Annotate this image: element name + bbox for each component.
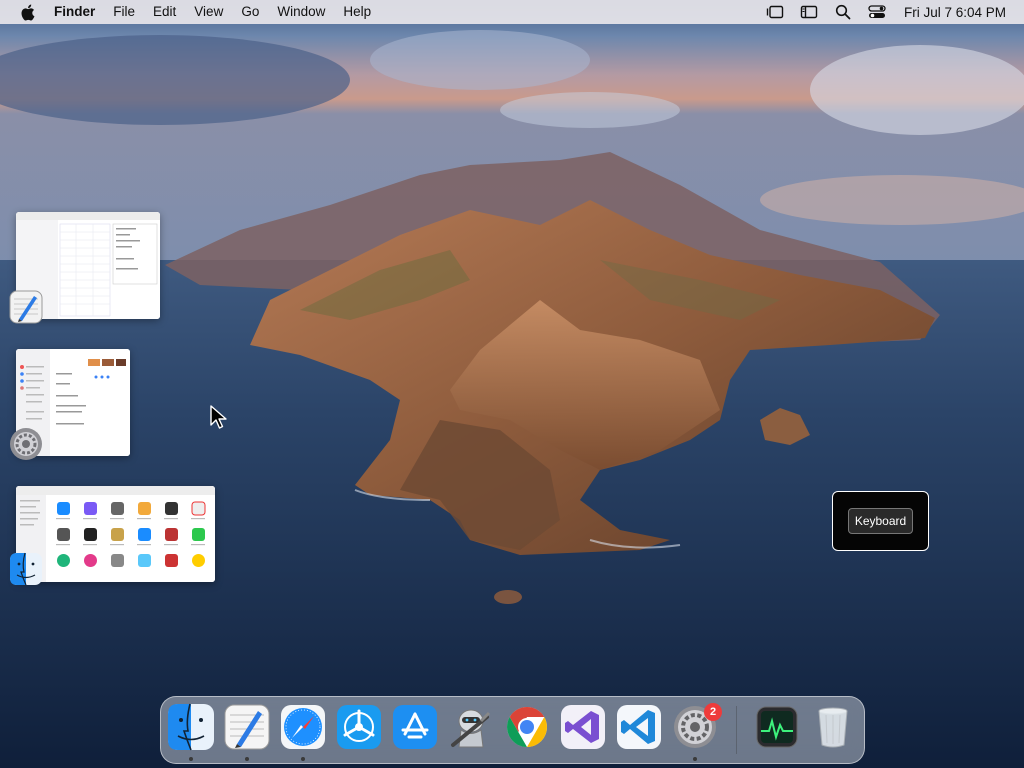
automator-icon <box>451 709 491 748</box>
control-center-icon[interactable] <box>867 4 887 20</box>
visual-studio-icon <box>561 705 605 749</box>
safari-icon <box>281 705 325 749</box>
dock-separator <box>736 706 737 754</box>
dock-activity-monitor[interactable] <box>753 703 801 751</box>
dock-safari[interactable] <box>279 703 327 751</box>
mouse-cursor-icon <box>210 405 227 429</box>
menu-bar-clock[interactable]: Fri Jul 7 6:04 PM <box>904 5 1006 20</box>
system-settings-icon <box>9 427 43 461</box>
dock-app-store[interactable] <box>391 703 439 751</box>
stage-window-finder[interactable] <box>16 486 215 582</box>
menu-app-finder[interactable]: Finder <box>46 0 104 24</box>
dock-testflight[interactable] <box>335 703 383 751</box>
menu-file[interactable]: File <box>104 0 144 24</box>
keyboard-tooltip: Keyboard <box>832 491 929 551</box>
activity-monitor-icon <box>756 706 798 748</box>
running-indicator <box>301 757 305 761</box>
desktop-wallpaper <box>0 0 1024 768</box>
keyboard-button[interactable]: Keyboard <box>847 508 914 534</box>
stage-manager-icon[interactable] <box>765 4 785 20</box>
dock-automator[interactable] <box>447 703 495 751</box>
dock: 2 <box>160 696 865 764</box>
menu-help[interactable]: Help <box>334 0 380 24</box>
finder-icon <box>9 552 43 586</box>
dock-trash[interactable] <box>809 703 857 751</box>
app-store-icon <box>393 705 437 749</box>
vscode-icon <box>617 705 661 749</box>
menu-edit[interactable]: Edit <box>144 0 185 24</box>
notification-badge: 2 <box>704 703 722 721</box>
menu-window[interactable]: Window <box>268 0 334 24</box>
dock-visual-studio[interactable] <box>559 703 607 751</box>
dock-vscode[interactable] <box>615 703 663 751</box>
dock-finder[interactable] <box>167 703 215 751</box>
spotlight-search-icon[interactable] <box>833 4 853 20</box>
display-icon[interactable] <box>799 4 819 20</box>
finder-icon <box>168 703 214 751</box>
menu-bar: Finder File Edit View Go Window Help Fri… <box>0 0 1024 24</box>
trash-icon <box>818 707 848 748</box>
running-indicator <box>189 757 193 761</box>
running-indicator <box>245 757 249 761</box>
textedit-icon <box>9 290 43 324</box>
textedit-icon <box>224 704 270 750</box>
menu-view[interactable]: View <box>185 0 232 24</box>
chrome-icon <box>507 707 547 747</box>
apple-menu-icon[interactable] <box>16 0 38 24</box>
menu-go[interactable]: Go <box>232 0 268 24</box>
dock-chrome[interactable] <box>503 703 551 751</box>
testflight-icon <box>337 705 381 749</box>
running-indicator <box>693 757 697 761</box>
dock-textedit[interactable] <box>223 703 271 751</box>
